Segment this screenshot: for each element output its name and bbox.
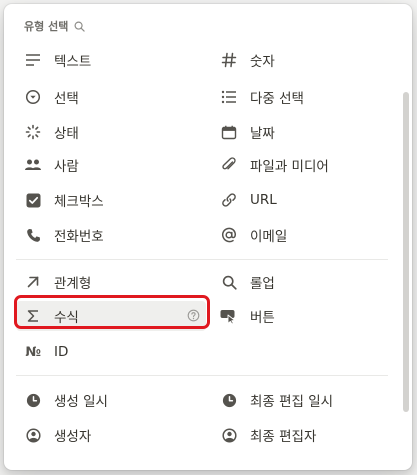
magnifier-icon xyxy=(220,273,238,291)
cursor-click-icon xyxy=(220,307,238,325)
numero-icon: № xyxy=(25,344,41,360)
type-option-label: 상태 xyxy=(54,126,79,142)
type-option-person[interactable]: 사람 xyxy=(16,150,210,180)
text-lines-icon xyxy=(24,51,42,69)
type-option-multi-select[interactable]: 다중 선택 xyxy=(212,82,398,112)
type-option-label: 숫자 xyxy=(250,54,275,70)
multi-list-icon xyxy=(220,88,238,106)
sigma-icon xyxy=(24,307,42,325)
type-option-label: ID xyxy=(54,344,69,360)
type-option-label: 선택 xyxy=(54,91,79,107)
calendar-icon xyxy=(220,123,238,141)
arrow-up-right-icon xyxy=(24,273,42,291)
people-icon xyxy=(24,156,42,174)
type-option-label: 다중 선택 xyxy=(250,91,304,107)
type-option-checkbox[interactable]: 체크박스 xyxy=(16,185,210,215)
search-icon[interactable] xyxy=(74,21,85,32)
type-option-rollup[interactable]: 롤업 xyxy=(212,267,398,297)
type-option-last-edited-by[interactable]: 최종 편집자 xyxy=(212,420,398,450)
type-option-label: 사람 xyxy=(54,159,79,175)
type-option-label: 텍스트 xyxy=(54,54,92,70)
clock-icon xyxy=(220,391,238,409)
type-option-label: 버튼 xyxy=(250,310,275,326)
section-divider xyxy=(16,259,388,260)
at-icon xyxy=(220,226,238,244)
type-option-created-by[interactable]: 생성자 xyxy=(16,420,210,450)
type-option-relation[interactable]: 관계형 xyxy=(16,267,210,297)
type-option-url[interactable]: URL xyxy=(212,185,398,215)
type-option-label: 생성 일시 xyxy=(54,394,108,410)
type-option-label: 체크박스 xyxy=(54,194,104,210)
property-type-menu: 유형 선택 텍스트 선택 상태 사람 체크박스 전화번호 숫자 다중 선택 날짜… xyxy=(4,4,412,470)
type-option-label: 파일과 미디어 xyxy=(250,159,329,175)
type-option-label: 수식 xyxy=(54,310,79,326)
paperclip-icon xyxy=(220,156,238,174)
type-option-label: 이메일 xyxy=(250,229,288,245)
type-option-label: 최종 편집 일시 xyxy=(250,394,334,410)
type-option-date[interactable]: 날짜 xyxy=(212,117,398,147)
menu-scrollbar[interactable] xyxy=(403,92,409,412)
type-option-select[interactable]: 선택 xyxy=(16,82,210,112)
type-option-label: 롤업 xyxy=(250,276,275,292)
select-circle-icon xyxy=(24,88,42,106)
type-option-label: 최종 편집자 xyxy=(250,429,317,445)
checkbox-icon xyxy=(24,191,42,209)
type-option-label: 생성자 xyxy=(54,429,92,445)
type-option-last-edited-time[interactable]: 최종 편집 일시 xyxy=(212,385,398,415)
type-option-email[interactable]: 이메일 xyxy=(212,220,398,250)
type-option-label: 날짜 xyxy=(250,126,275,142)
user-circle-icon xyxy=(220,426,238,444)
type-option-number[interactable]: 숫자 xyxy=(212,45,398,75)
user-circle-icon xyxy=(24,426,42,444)
type-option-label: URL xyxy=(250,192,277,208)
help-icon[interactable] xyxy=(187,309,200,322)
link-icon xyxy=(220,191,238,209)
menu-header-label: 유형 선택 xyxy=(24,20,69,33)
menu-header: 유형 선택 xyxy=(24,16,85,36)
type-option-label: 관계형 xyxy=(54,276,92,292)
type-option-text[interactable]: 텍스트 xyxy=(16,45,210,75)
type-option-id[interactable]: № ID xyxy=(16,337,210,367)
type-option-status[interactable]: 상태 xyxy=(16,117,210,147)
phone-icon xyxy=(24,226,42,244)
type-option-formula[interactable]: 수식 xyxy=(16,301,206,331)
type-option-created-time[interactable]: 생성 일시 xyxy=(16,385,210,415)
type-option-button[interactable]: 버튼 xyxy=(212,301,398,331)
type-option-label: 전화번호 xyxy=(54,229,104,245)
type-option-phone[interactable]: 전화번호 xyxy=(16,220,210,250)
clock-icon xyxy=(24,391,42,409)
section-divider xyxy=(16,375,388,376)
type-option-files-media[interactable]: 파일과 미디어 xyxy=(212,150,398,180)
status-spinner-icon xyxy=(24,123,42,141)
hash-icon xyxy=(220,51,238,69)
